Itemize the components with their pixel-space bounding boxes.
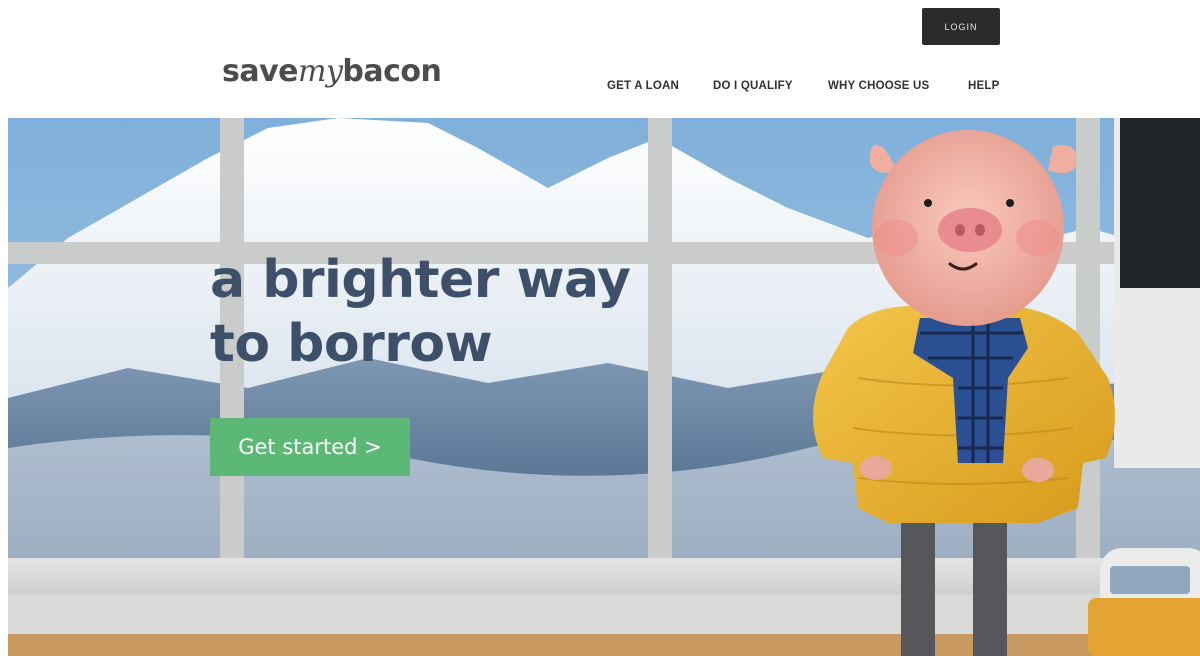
- headline-line-2: to borrow: [210, 314, 493, 374]
- nav-get-a-loan[interactable]: GET A LOAN: [607, 80, 679, 92]
- main-nav: GET A LOAN DO I QUALIFY WHY CHOOSE US HE…: [0, 80, 1200, 96]
- wall: [8, 594, 1200, 634]
- nav-help[interactable]: HELP: [968, 80, 999, 92]
- get-started-button[interactable]: Get started >: [210, 418, 410, 476]
- login-button[interactable]: LOGIN: [922, 8, 1000, 45]
- nav-why-choose-us[interactable]: WHY CHOOSE US: [828, 80, 929, 92]
- floor: [8, 634, 1200, 656]
- toy-van: [1088, 548, 1200, 656]
- headline-line-1: a brighter way: [210, 250, 631, 310]
- site-header: savemybacon LOGIN GET A LOAN DO I QUALIF…: [0, 0, 1200, 118]
- window-sill: [8, 558, 1200, 594]
- hero-illustration: [8, 118, 1200, 656]
- hero-banner: a brighter way to borrow Get started >: [8, 118, 1200, 656]
- hero-headline: a brighter way to borrow: [210, 248, 631, 376]
- nav-do-i-qualify[interactable]: DO I QUALIFY: [713, 80, 793, 92]
